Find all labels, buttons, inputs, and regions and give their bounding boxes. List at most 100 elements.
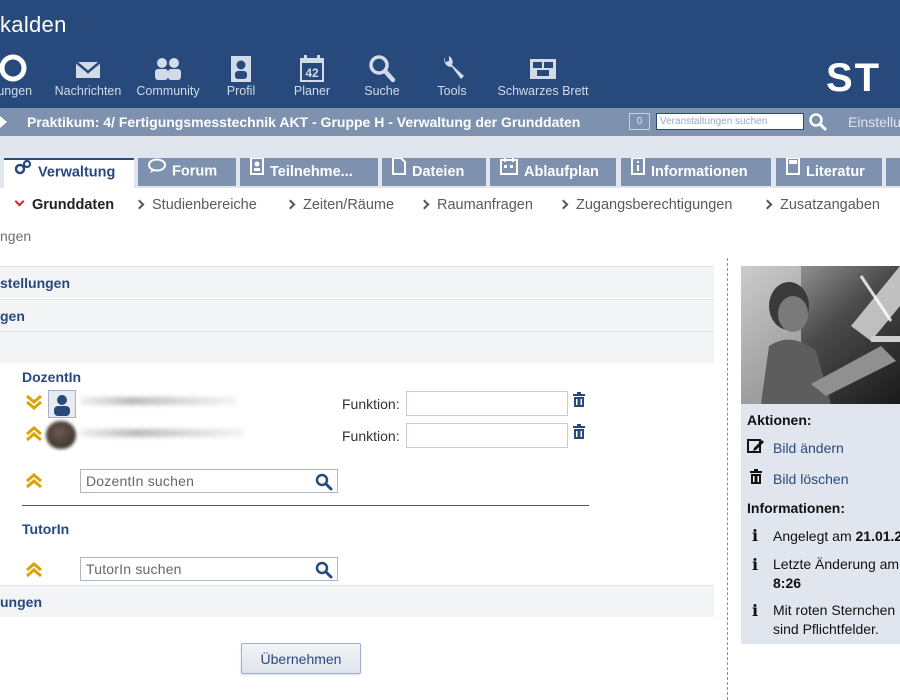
course-search-input[interactable]: [656, 113, 804, 130]
nav-item-community[interactable]: Community: [130, 54, 206, 98]
sidebar: Aktionen: Bild ändern Bild löschen Infor…: [741, 266, 900, 644]
chevron-up-icon: [25, 472, 43, 495]
nav-label: Profil: [226, 84, 256, 98]
search-icon[interactable]: [315, 473, 333, 494]
tab-label: Verwaltung: [38, 164, 116, 181]
nav-label: Community: [136, 84, 200, 98]
required-info: Mit roten Sternchen sind Pflichtfelder.: [773, 601, 895, 639]
delete-image-link[interactable]: Bild löschen: [773, 471, 849, 487]
tab-label: Dateien: [412, 163, 465, 180]
section-einstellungen[interactable]: stellungen: [0, 266, 714, 298]
subnav-raumanfragen[interactable]: Raumanfragen: [419, 197, 533, 213]
calendar-icon: 42: [288, 54, 336, 84]
info-icon: i: [752, 555, 759, 574]
actions-heading: Aktionen:: [747, 412, 812, 428]
tab-informationen[interactable]: Informationen: [621, 158, 771, 186]
tab-label: Literatur: [806, 163, 865, 180]
chevron-right-icon: [558, 199, 569, 210]
subnav-label: Studienbereiche: [152, 197, 257, 213]
change-image-link[interactable]: Bild ändern: [773, 440, 844, 456]
subnav-label: Zugangsberechtigungen: [576, 197, 733, 213]
lecturer-search[interactable]: [80, 469, 338, 493]
function-label: Funktion:: [342, 396, 400, 412]
subnav-studienbereiche[interactable]: Studienbereiche: [134, 197, 257, 213]
nav-item-tools[interactable]: Tools: [428, 54, 476, 98]
function-input[interactable]: [406, 423, 568, 448]
nav-item-profile[interactable]: Profil: [216, 54, 266, 98]
function-input[interactable]: [406, 391, 568, 416]
context-bar: Praktikum: 4/ Fertigungsmesstechnik AKT …: [0, 108, 900, 136]
search-icon[interactable]: [315, 561, 333, 582]
nav-label: Planer: [293, 84, 331, 98]
subnav-label: Grunddaten: [32, 197, 115, 213]
nav-item-search[interactable]: Suche: [358, 54, 406, 98]
context-title: Praktikum: 4/ Fertigungsmesstechnik AKT …: [27, 114, 581, 130]
tab-teilnehmer[interactable]: Teilnehme...: [240, 158, 378, 186]
dozent-group-title: DozentIn: [22, 369, 82, 385]
trash-icon[interactable]: [572, 424, 586, 445]
tab-verwaltung[interactable]: Verwaltung: [4, 158, 134, 188]
subnav-zugangsberechtigungen[interactable]: Zugangsberechtigungen: [558, 197, 733, 213]
info-icon: i: [752, 601, 759, 620]
tab-label: Teilnehme...: [270, 163, 353, 180]
search-icon[interactable]: [808, 113, 828, 136]
created-value: 21.01.2: [855, 528, 900, 544]
nav-label: Nachrichten: [54, 84, 122, 98]
tab-ablaufplan[interactable]: Ablaufplan: [490, 158, 616, 186]
studip-logo: ST: [826, 56, 882, 100]
tab-dateien[interactable]: Dateien: [382, 158, 486, 186]
chevron-right-icon: [134, 199, 145, 210]
divider-line: [22, 505, 589, 506]
settings-link[interactable]: Einstellu: [848, 114, 900, 130]
lecturer-name-redacted: [80, 397, 238, 405]
chevron-right-icon: [762, 199, 773, 210]
avatar: [46, 421, 76, 449]
tutor-search-input[interactable]: [81, 558, 307, 580]
section-personen[interactable]: gen: [0, 299, 714, 331]
wrench-icon: [428, 54, 476, 84]
tab-label: Informationen: [651, 163, 748, 180]
tab-label: Ablaufplan: [524, 163, 599, 180]
subnav-zeiten-raeume[interactable]: Zeiten/Räume: [285, 197, 394, 213]
subnav-zusatzangaben[interactable]: Zusatzangaben: [762, 197, 880, 213]
section-bottom[interactable]: ungen: [0, 585, 714, 617]
subnav-grunddaten[interactable]: Grunddaten: [14, 196, 115, 213]
nav-item-seminars[interactable]: tungen: [0, 54, 46, 98]
move-up-icon[interactable]: [25, 425, 43, 448]
section-lecturers[interactable]: [0, 331, 714, 363]
move-down-icon[interactable]: [25, 393, 43, 416]
nav-item-messages[interactable]: Nachrichten: [48, 54, 128, 98]
created-info: Angelegt am 21.01.2: [773, 527, 900, 546]
profile-icon: [216, 54, 266, 84]
section-title: stellungen: [0, 275, 71, 291]
info-icon: i: [752, 526, 759, 545]
tab-label: Forum: [172, 163, 218, 180]
tutor-search[interactable]: [80, 557, 338, 581]
nav-label: Tools: [437, 84, 467, 98]
mail-icon: [48, 54, 128, 84]
submit-button[interactable]: Übernehmen: [241, 643, 361, 674]
course-image: [741, 266, 900, 404]
tab-more[interactable]: [886, 158, 900, 186]
nav-item-board[interactable]: Schwarzes Brett: [488, 54, 598, 98]
info-icon: [631, 158, 645, 185]
chevron-up-icon: [25, 561, 43, 584]
header: kalden tungen Nachrichten Community Prof…: [0, 0, 900, 108]
tab-forum[interactable]: Forum: [138, 158, 236, 186]
trash-icon[interactable]: [749, 469, 763, 490]
avatar: [48, 390, 76, 418]
literature-icon: [786, 158, 800, 185]
edit-image-icon[interactable]: [747, 438, 765, 459]
site-title: kalden: [0, 12, 67, 37]
tab-literatur[interactable]: Literatur: [776, 158, 882, 186]
lecturer-search-input[interactable]: [81, 470, 307, 492]
changed-value: 8:26: [773, 575, 802, 591]
info-heading: Informationen:: [747, 500, 845, 516]
chevron-right-icon: [285, 199, 296, 210]
nav-item-planner[interactable]: 42 Planer: [288, 54, 336, 98]
section-title: ungen: [0, 594, 42, 610]
tutor-group-title: TutorIn: [22, 521, 70, 537]
trash-icon[interactable]: [572, 392, 586, 413]
context-arrow-icon: [0, 116, 7, 128]
sidebar-divider: [727, 258, 728, 700]
